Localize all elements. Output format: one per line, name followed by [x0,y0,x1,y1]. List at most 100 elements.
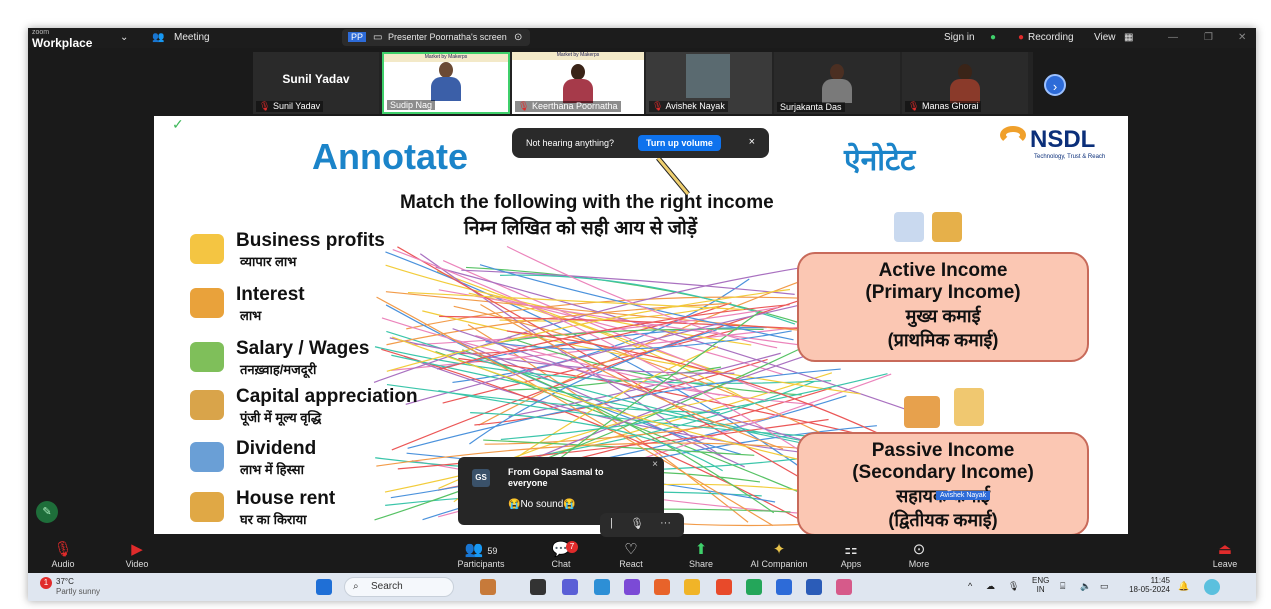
sparkle-icon: ✦ [772,541,786,558]
sign-in-link[interactable]: Sign in [944,32,975,43]
tile-name: 🎙 Sunil Yadav [256,101,324,112]
clock[interactable]: 11:45 18-05-2024 [1120,576,1170,594]
browser-icon[interactable] [624,579,640,595]
zoom-icon[interactable] [776,579,792,595]
edge-icon[interactable] [594,579,610,595]
close-icon[interactable]: ✕ [1238,32,1246,43]
tile-name: Surjakanta Das [777,102,845,112]
floating-mic-toolbar: | 🎙 ··· [600,513,684,537]
growth-chart-icon [954,388,984,426]
participants-button[interactable]: 👥 59 Participants [446,541,516,569]
cloud-icon[interactable]: ☁ [986,581,995,592]
more-icon: ⊙ [912,541,926,558]
audio-toast: Not hearing anything? Turn up volume × [512,128,769,158]
app-icon[interactable] [480,579,496,595]
video-tile[interactable]: Market by Makerps 🎙 Keerthana Poornatha [512,52,644,114]
chrome-icon[interactable] [716,579,732,595]
network-icon[interactable]: ⌸ [1060,581,1065,592]
avatar: GS [472,469,490,487]
meeting-icon: 👥 [152,32,165,43]
participant-video [822,64,852,103]
meeting-controls: 🎙 Audio ▶ Video 👥 59 Participants 💬 Chat 7 ♡… [28,537,1256,573]
annotation-stroke [386,330,801,441]
passive-income-box: Passive Income (Secondary Income) सहायक … [797,432,1089,534]
drag-handle-icon[interactable]: | [610,517,613,529]
building-share-icon [190,442,224,472]
office-worker-icon [894,212,924,242]
tile-name: Sudip Nag [387,100,436,110]
chat-badge: 7 [566,541,578,553]
nsdl-logo-mark-icon [1000,126,1026,144]
next-page-arrow-icon[interactable]: › [1044,74,1066,96]
ai-companion-button[interactable]: ✦ AI Companion [744,541,814,569]
audio-button[interactable]: 🎙 Audio [28,541,98,569]
slide-title-en: Annotate [312,136,468,177]
nsdl-logo: NSDL Technology, Trust & Reach [1000,126,1105,160]
minimize-icon[interactable]: — [1168,32,1178,43]
annotation-stroke [386,383,720,414]
chevron-up-icon[interactable]: ^ [968,581,972,591]
chrome-profile-icon[interactable] [746,579,762,595]
mic-icon[interactable]: 🎙 [1008,581,1019,592]
volume-icon[interactable]: 🔈 [1080,581,1091,592]
file-explorer-icon[interactable] [684,579,700,595]
heart-icon: ♡ [624,541,638,558]
turn-up-volume-button[interactable]: Turn up volume [638,135,721,151]
money-bag-icon [190,234,224,264]
video-tile[interactable]: Sunil Yadav 🎙 Sunil Yadav [253,52,379,114]
more-button[interactable]: ⊙ More [884,541,954,569]
zoom-brand: zoom Workplace [32,28,92,49]
windows-taskbar: 1 37°C Partly sunny ⌕ Search ^ ☁ 🎙 ENG IN… [28,573,1256,601]
word-icon[interactable] [806,579,822,595]
question-en: Match the following with the right incom… [400,192,774,213]
notification-bell-icon[interactable]: 🔔 [1178,581,1189,592]
checkmark-icon: ✓ [172,116,184,132]
leave-button[interactable]: ⏏ Leave [1190,541,1256,569]
chat-from: From Gopal Sasmal to everyone [508,467,604,488]
language-indicator[interactable]: ENG IN [1032,576,1049,594]
video-tile[interactable]: Market by Makerps Sudip Nag [382,52,510,114]
apps-button[interactable]: ⚏ Apps [816,541,886,569]
shield-icon: ● [990,32,997,43]
share-button[interactable]: ⬆ Share [666,541,736,569]
presenter-label: Presenter Poornatha's screen [388,32,507,42]
chat-button[interactable]: 💬 Chat 7 [526,541,596,569]
chat-icon: 💬 [551,541,571,558]
video-tile[interactable]: Surjakanta Das [774,52,900,114]
video-tile[interactable]: 🎙 Avishek Nayak [646,52,772,114]
more-icon[interactable]: ··· [660,517,671,529]
toast-close-icon[interactable]: × [749,136,755,148]
firefox-icon[interactable] [654,579,670,595]
battery-icon[interactable]: ▭ [1100,581,1109,592]
recording-label[interactable]: Recording [1028,32,1074,43]
video-tile[interactable]: 🎙 Manas Ghorai [902,52,1028,114]
meeting-label[interactable]: Meeting [174,32,210,43]
leave-icon: ⏏ [1217,541,1233,558]
video-off-icon: ▶ [131,541,143,558]
apps-icon: ⚏ [844,541,858,558]
participants-icon: 👥 59 [464,541,498,558]
mic-muted-icon: 🎙 [53,541,73,558]
video-button[interactable]: ▶ Video [102,541,172,569]
participant-video [563,64,593,103]
chevron-down-icon[interactable]: ⌄ [120,32,128,43]
question-hi: निम्न लिखित को सही आय से जोड़ें [464,218,698,239]
react-button[interactable]: ♡ React [596,541,666,569]
teams-icon[interactable] [562,579,578,595]
taskbar-search[interactable]: ⌕ Search [344,577,454,597]
tile-name: 🎙 Keerthana Poornatha [515,101,621,112]
app-icon[interactable] [836,579,852,595]
host-name: Sunil Yadav [282,72,350,86]
view-button[interactable]: View [1094,32,1116,43]
annotator-badge: Avishek Nayak [936,491,991,500]
annotate-pen-icon[interactable]: ✎ [36,501,58,523]
windows-start-icon[interactable] [316,579,332,595]
more-options-icon[interactable]: ⊙ [514,32,522,43]
task-view-icon[interactable] [530,579,546,595]
mic-icon[interactable]: 🎙 [630,517,644,530]
presenter-initials: PP [348,32,367,42]
participant-video [686,54,730,98]
maximize-icon[interactable]: ❐ [1204,32,1213,43]
copilot-icon[interactable] [1204,579,1220,595]
chat-close-icon[interactable]: × [652,459,658,470]
